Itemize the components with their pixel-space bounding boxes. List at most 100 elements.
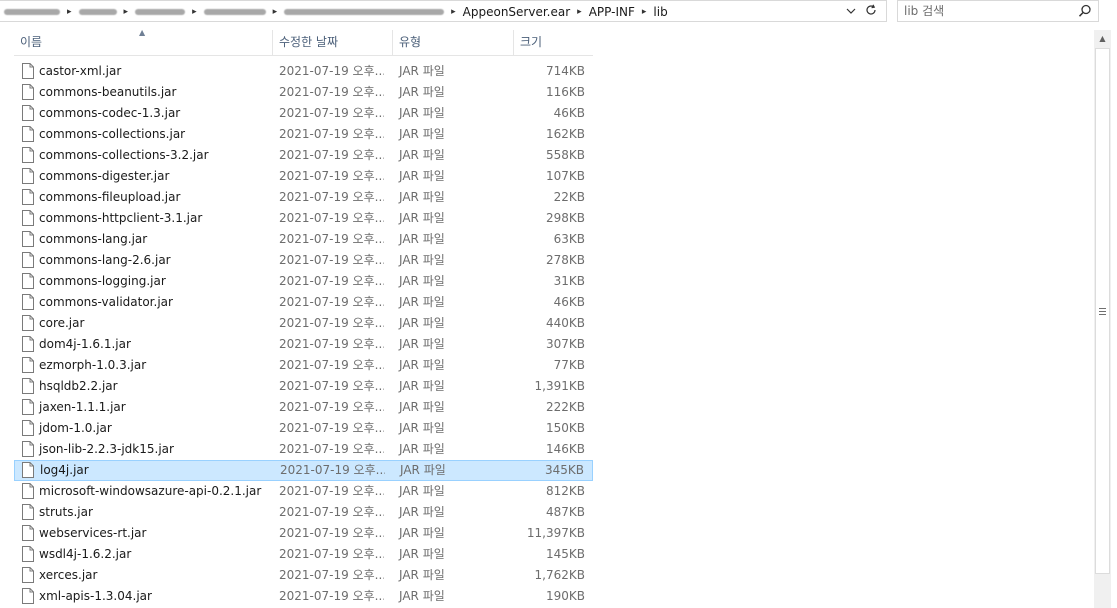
file-date: 2021-07-19 오후... [279,211,384,225]
file-size: 190KB [545,589,585,603]
file-row[interactable]: microsoft-windowsazure-api-0.2.1.jar 2021… [14,481,593,502]
file-row[interactable]: log4j.jar 2021-07-19 오후... JAR 파일 345KB [14,460,593,481]
breadcrumb-separator-icon[interactable]: ▸ [124,7,129,17]
file-name: xml-apis-1.3.04.jar [39,589,152,603]
file-row[interactable]: commons-collections-3.2.jar 2021-07-19 오후… [14,145,593,166]
file-type: JAR 파일 [399,211,445,225]
column-header-size[interactable]: 크기 [514,30,593,55]
address-bar[interactable]: ▸ ▸ ▸ ▸ ▸ AppeonServer.ear ▸ APP-INF ▸ l… [0,0,887,22]
file-icon [22,525,34,541]
file-type: JAR 파일 [399,568,445,582]
file-row[interactable]: commons-validator.jar 2021-07-19 오후... JAR… [14,292,593,313]
file-date: 2021-07-19 오후... [279,589,384,603]
file-icon [22,273,34,289]
file-row[interactable]: webservices-rt.jar 2021-07-19 오후... JAR 파일… [14,523,593,544]
file-date: 2021-07-19 오후... [279,421,384,435]
file-row[interactable]: struts.jar 2021-07-19 오후... JAR 파일 487KB [14,502,593,523]
file-name: log4j.jar [40,463,89,477]
file-size: 222KB [545,400,585,414]
breadcrumb-separator-icon[interactable]: ▸ [192,7,197,17]
file-size: 116KB [545,85,585,99]
file-row[interactable]: xml-apis-1.3.04.jar 2021-07-19 오후... JAR 파… [14,586,593,607]
file-row[interactable]: commons-digester.jar 2021-07-19 오후... JAR … [14,166,593,187]
column-header: ▲ 이름 수정한 날짜 유형 크기 [14,28,593,56]
file-name: core.jar [39,316,85,330]
chevron-down-icon[interactable] [842,3,860,21]
breadcrumb-separator-icon[interactable]: ▸ [67,7,72,17]
file-date: 2021-07-19 오후... [279,316,384,330]
search-input[interactable] [904,3,1074,19]
file-row[interactable]: wsdl4j-1.6.2.jar 2021-07-19 오후... JAR 파일 14… [14,544,593,565]
file-row[interactable]: commons-lang.jar 2021-07-19 오후... JAR 파일 63… [14,229,593,250]
breadcrumb-separator-icon[interactable]: ▸ [273,7,278,17]
file-row[interactable]: commons-logging.jar 2021-07-19 오후... JAR 파… [14,271,593,292]
file-row[interactable]: xerces.jar 2021-07-19 오후... JAR 파일 1,762KB [14,565,593,586]
file-size: 77KB [553,358,585,372]
file-type: JAR 파일 [399,505,445,519]
breadcrumb-separator-icon[interactable]: ▸ [577,7,582,17]
file-icon [22,441,34,457]
column-header-name[interactable]: 이름 [14,30,272,55]
scrollbar-thumb[interactable] [1095,48,1110,574]
file-type: JAR 파일 [399,547,445,561]
file-date: 2021-07-19 오후... [279,64,384,78]
refresh-icon[interactable] [862,3,880,21]
breadcrumb-item-appeonserver-ear[interactable]: AppeonServer.ear [463,5,571,19]
file-date: 2021-07-19 오후... [279,106,384,120]
file-name: wsdl4j-1.6.2.jar [39,547,132,561]
search-box[interactable] [897,0,1099,22]
file-row[interactable]: core.jar 2021-07-19 오후... JAR 파일 440KB [14,313,593,334]
file-date: 2021-07-19 오후... [279,358,384,372]
scroll-up-icon[interactable]: ▲ [1094,30,1111,47]
file-name: dom4j-1.6.1.jar [39,337,131,351]
file-type: JAR 파일 [399,400,445,414]
vertical-scrollbar[interactable]: ▲ [1094,30,1111,608]
file-date: 2021-07-19 오후... [279,148,384,162]
file-type: JAR 파일 [399,232,445,246]
file-row[interactable]: json-lib-2.2.3-jdk15.jar 2021-07-19 오후...… [14,439,593,460]
breadcrumb-item-lib[interactable]: lib [653,5,667,19]
file-name: commons-beanutils.jar [39,85,177,99]
file-type: JAR 파일 [399,190,445,204]
file-size: 487KB [545,505,585,519]
file-name: struts.jar [39,505,93,519]
obscured-crumb [135,9,186,15]
file-size: 107KB [545,169,585,183]
file-row[interactable]: commons-collections.jar 2021-07-19 오후... J… [14,124,593,145]
file-icon [22,420,34,436]
breadcrumb-item-app-inf[interactable]: APP-INF [589,5,635,19]
file-row[interactable]: commons-beanutils.jar 2021-07-19 오후... JAR… [14,82,593,103]
file-row[interactable]: commons-lang-2.6.jar 2021-07-19 오후... JAR … [14,250,593,271]
file-date: 2021-07-19 오후... [279,295,384,309]
file-icon [22,462,34,478]
file-row[interactable]: dom4j-1.6.1.jar 2021-07-19 오후... JAR 파일 307… [14,334,593,355]
file-icon [22,357,34,373]
file-row[interactable]: jdom-1.0.jar 2021-07-19 오후... JAR 파일 150KB [14,418,593,439]
file-row[interactable]: commons-fileupload.jar 2021-07-19 오후... JA… [14,187,593,208]
file-row[interactable]: hsqldb2.2.jar 2021-07-19 오후... JAR 파일 1,391… [14,376,593,397]
breadcrumb-separator-icon[interactable]: ▸ [642,7,647,17]
file-icon [22,105,34,121]
search-icon[interactable] [1078,4,1092,18]
breadcrumb-separator-icon[interactable]: ▸ [451,7,456,17]
file-size: 812KB [545,484,585,498]
file-row[interactable]: castor-xml.jar 2021-07-19 오후... JAR 파일 714K… [14,61,593,82]
file-size: 298KB [545,211,585,225]
file-row[interactable]: commons-httpclient-3.1.jar 2021-07-19 오후.… [14,208,593,229]
file-date: 2021-07-19 오후... [279,505,384,519]
column-header-date[interactable]: 수정한 날짜 [273,30,392,55]
file-date: 2021-07-19 오후... [279,568,384,582]
file-row[interactable]: ezmorph-1.0.3.jar 2021-07-19 오후... JAR 파일 7… [14,355,593,376]
file-size: 307KB [545,337,585,351]
file-icon [22,504,34,520]
file-row[interactable]: commons-codec-1.3.jar 2021-07-19 오후... JAR… [14,103,593,124]
file-size: 145KB [545,547,585,561]
file-icon [22,126,34,142]
file-name: commons-fileupload.jar [39,190,181,204]
file-type: JAR 파일 [399,85,445,99]
column-header-type[interactable]: 유형 [393,30,513,55]
file-type: JAR 파일 [399,295,445,309]
file-icon [22,189,34,205]
file-row[interactable]: jaxen-1.1.1.jar 2021-07-19 오후... JAR 파일 222… [14,397,593,418]
file-icon [22,336,34,352]
